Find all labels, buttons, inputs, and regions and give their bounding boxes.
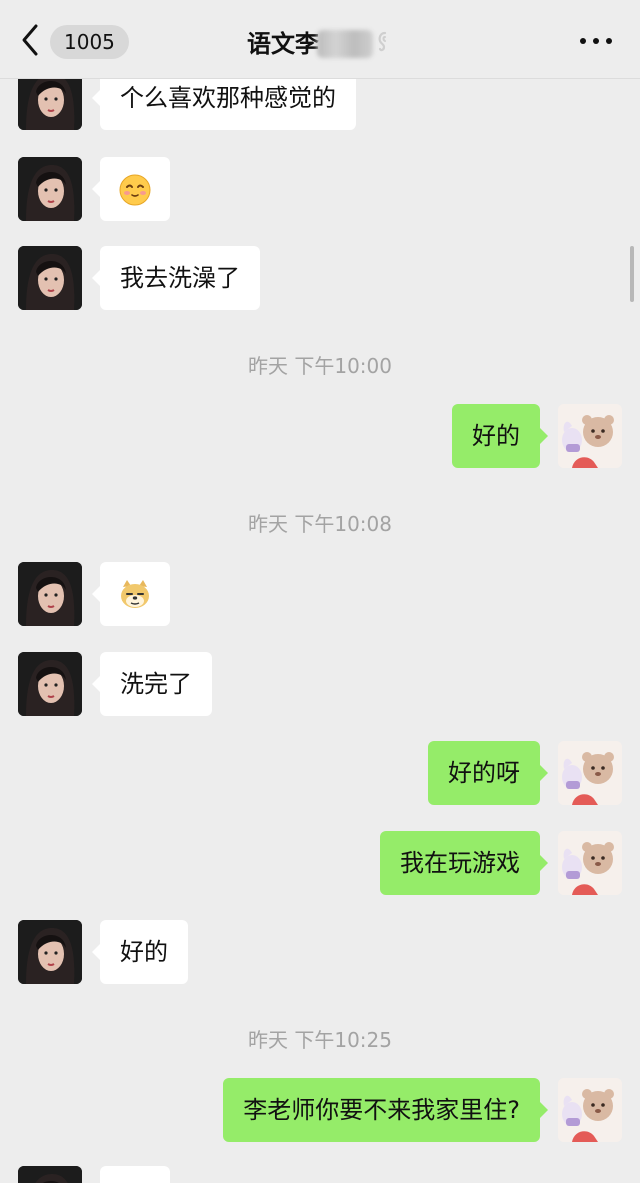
emoji-doge-icon [121, 580, 149, 608]
scrollbar[interactable] [630, 246, 634, 302]
message-row: 我在玩游戏 [0, 831, 640, 895]
my-avatar[interactable] [558, 1078, 622, 1142]
my-avatar[interactable] [558, 741, 622, 805]
chat-title-area: 语文李 [0, 26, 640, 62]
message-bubble-other[interactable] [92, 157, 170, 221]
chat-title: 语文李 [247, 30, 319, 58]
contact-avatar[interactable] [18, 157, 82, 221]
message-row: 好的 [0, 920, 640, 984]
message-row: 好的 [0, 404, 640, 468]
contact-avatar[interactable] [18, 1166, 82, 1183]
message-bubble-self[interactable]: 我在玩游戏 [380, 831, 548, 895]
message-bubble-other[interactable]: 洗完了 [92, 652, 212, 716]
more-icon[interactable] [580, 38, 612, 46]
timestamp: 昨天 下午10:08 [248, 512, 392, 536]
message-bubble-self[interactable]: 好的呀 [428, 741, 548, 805]
message-bubble-other[interactable]: 好的 [92, 920, 188, 984]
blurred-name [317, 30, 373, 58]
timestamp: 昨天 下午10:25 [248, 1028, 392, 1052]
contact-avatar[interactable] [18, 920, 82, 984]
message-bubble-other[interactable] [92, 562, 170, 626]
contact-avatar[interactable] [18, 652, 82, 716]
timestamp: 昨天 下午10:00 [248, 354, 392, 378]
contact-avatar[interactable] [18, 562, 82, 626]
message-bubble-other[interactable] [100, 1166, 170, 1183]
message-bubble-self[interactable]: 好的 [452, 404, 548, 468]
chat-header: 1005 语文李 [0, 0, 640, 79]
message-row-partial [0, 1166, 640, 1183]
message-row: 好的呀 [0, 741, 640, 805]
message-bubble-other[interactable]: 我去洗澡了 [92, 246, 260, 310]
my-avatar[interactable] [558, 404, 622, 468]
message-row: 李老师你要不来我家里住? [0, 1078, 640, 1142]
message-bubble-self[interactable]: 李老师你要不来我家里住? [223, 1078, 548, 1142]
chat-screen: 1005 语文李 个么喜欢那种感觉的 我去洗澡了 昨天 下午10:00 好的 昨… [0, 0, 640, 1183]
message-row: 我去洗澡了 [0, 246, 640, 310]
contact-avatar[interactable] [18, 246, 82, 310]
message-row: 洗完了 [0, 652, 640, 716]
emoji-smile-icon [119, 174, 151, 206]
message-row [0, 562, 640, 626]
my-avatar[interactable] [558, 831, 622, 895]
message-row [0, 157, 640, 221]
voice-icon [377, 30, 393, 58]
